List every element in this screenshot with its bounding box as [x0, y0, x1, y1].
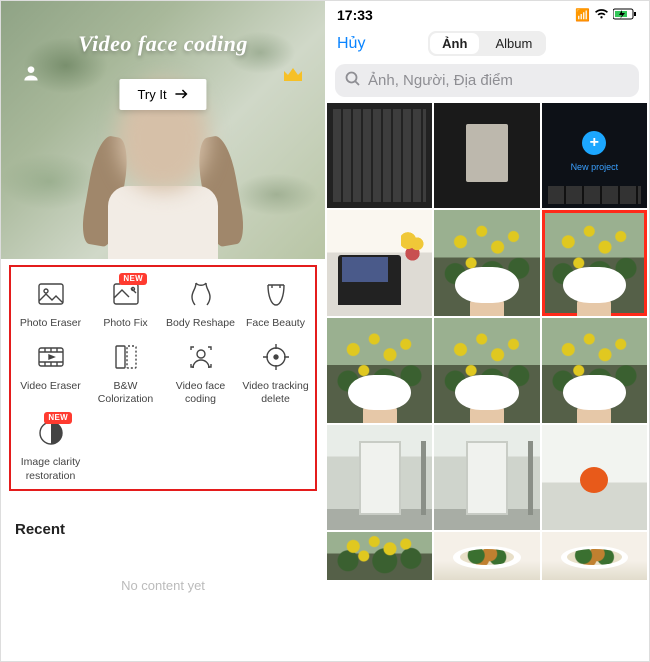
battery-icon [613, 8, 637, 23]
tool-label: Photo Fix [103, 317, 147, 330]
photo-thumb[interactable] [434, 425, 539, 530]
crown-icon[interactable] [281, 63, 305, 93]
search-placeholder: Ảnh, Người, Địa điểm [368, 72, 513, 89]
photo-picker-screen: 17:33 📶 Hủy Ảnh Album Ảnh, Người, Địa đi… [325, 1, 649, 661]
tool-image-clarity[interactable]: NEW Image clarity restoration [13, 416, 88, 482]
try-it-label: Try It [137, 87, 166, 102]
photo-thumb[interactable] [434, 210, 539, 315]
signal-icon: 📶 [575, 8, 590, 22]
tool-label: Image clarity restoration [13, 456, 88, 482]
new-badge: NEW [44, 412, 72, 424]
tool-video-face-coding[interactable]: Video face coding [163, 340, 238, 406]
photo-thumb[interactable] [434, 318, 539, 423]
tool-label: Photo Eraser [20, 317, 81, 330]
new-badge: NEW [119, 273, 147, 285]
user-icon[interactable] [21, 63, 41, 88]
status-icons: 📶 [575, 8, 637, 23]
no-content-text: No content yet [1, 578, 325, 593]
photo-grid: + New project [325, 103, 649, 661]
tool-body-reshape[interactable]: Body Reshape [163, 277, 238, 330]
photo-thumb[interactable] [542, 425, 647, 530]
editor-app-screen: Video face coding Try It Photo Eraser [1, 1, 325, 661]
photo-thumb[interactable] [327, 103, 432, 208]
tool-video-tracking-delete[interactable]: Video tracking delete [238, 340, 313, 406]
photo-thumb-selected[interactable] [542, 210, 647, 315]
segmented-control[interactable]: Ảnh Album [428, 31, 546, 56]
arrow-right-icon [175, 87, 189, 102]
tool-label: Video face coding [163, 380, 238, 406]
body-reshape-icon [184, 277, 218, 311]
tool-label: Video tracking delete [238, 380, 313, 406]
try-it-button[interactable]: Try It [119, 79, 206, 110]
search-field[interactable]: Ảnh, Người, Địa điểm [335, 64, 639, 97]
photo-thumb[interactable] [542, 318, 647, 423]
tab-photos[interactable]: Ảnh [430, 33, 479, 54]
photo-thumb[interactable] [327, 210, 432, 315]
video-tracking-icon [259, 340, 293, 374]
tool-label: B&W Colorization [88, 380, 163, 406]
tab-albums[interactable]: Album [481, 31, 546, 56]
search-icon [345, 71, 360, 90]
wifi-icon [594, 8, 609, 23]
video-face-coding-icon [184, 340, 218, 374]
photo-thumb[interactable] [434, 532, 539, 580]
status-bar: 17:33 📶 [325, 1, 649, 25]
new-project-label: New project [542, 162, 647, 172]
tool-photo-fix[interactable]: NEW Photo Fix [88, 277, 163, 330]
face-beauty-icon [259, 277, 293, 311]
tool-label: Body Reshape [166, 317, 235, 330]
tools-grid: Photo Eraser NEW Photo Fix Body Reshape … [9, 265, 317, 491]
recent-heading: Recent [1, 499, 325, 538]
hero-banner: Video face coding Try It [1, 1, 325, 259]
tool-label: Video Eraser [20, 380, 81, 393]
bw-colorization-icon [109, 340, 143, 374]
tool-bw-colorization[interactable]: B&W Colorization [88, 340, 163, 406]
photo-thumb[interactable]: + New project [542, 103, 647, 208]
photo-thumb[interactable] [327, 532, 432, 580]
photo-thumb[interactable] [434, 103, 539, 208]
picker-nav: Hủy Ảnh Album [325, 25, 649, 64]
video-eraser-icon [34, 340, 68, 374]
photo-thumb[interactable] [542, 532, 647, 580]
status-time: 17:33 [337, 7, 373, 23]
cancel-button[interactable]: Hủy [337, 35, 365, 53]
photo-thumb[interactable] [327, 318, 432, 423]
photo-eraser-icon [34, 277, 68, 311]
plus-icon: + [582, 131, 606, 155]
tool-photo-eraser[interactable]: Photo Eraser [13, 277, 88, 330]
photo-thumb[interactable] [327, 425, 432, 530]
tool-face-beauty[interactable]: Face Beauty [238, 277, 313, 330]
hero-title: Video face coding [1, 31, 325, 57]
tool-video-eraser[interactable]: Video Eraser [13, 340, 88, 406]
tool-label: Face Beauty [246, 317, 305, 330]
